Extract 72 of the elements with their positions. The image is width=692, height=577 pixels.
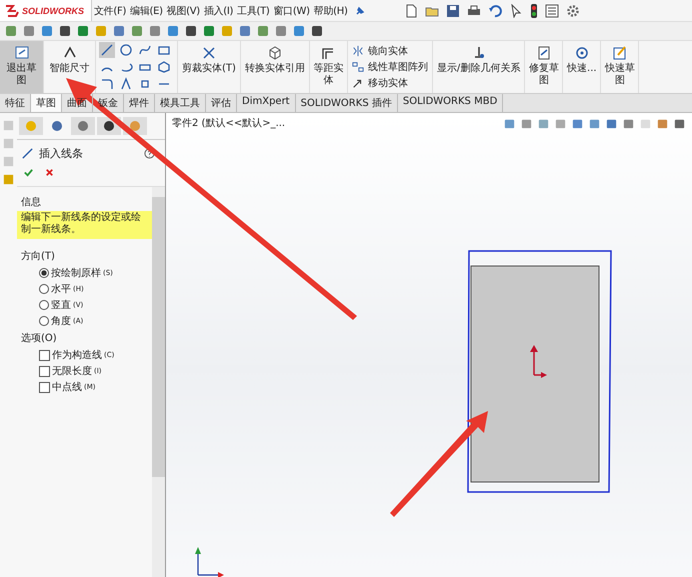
line-icon bbox=[21, 147, 34, 160]
menu-item[interactable]: 视图(V) bbox=[164, 4, 202, 18]
logo-text: SOLIDWORKS bbox=[22, 6, 84, 16]
exit-sketch-icon bbox=[14, 45, 30, 61]
pencil-sketch-icon bbox=[612, 45, 628, 61]
exit-sketch-button[interactable]: 退出草图 bbox=[0, 41, 44, 93]
mirror-entities-button[interactable]: 镜向实体 bbox=[352, 43, 428, 59]
menu-item[interactable]: 帮助(H) bbox=[312, 4, 350, 18]
ribbon-tab[interactable]: 焊件 bbox=[124, 94, 155, 112]
scrollbar[interactable] bbox=[152, 187, 165, 577]
ok-check-icon[interactable] bbox=[23, 167, 34, 178]
toolbar-tool-icon[interactable] bbox=[310, 24, 324, 38]
traffic-light-icon[interactable] bbox=[530, 4, 538, 18]
section-heading: 方向(T) bbox=[20, 250, 56, 264]
target-icon bbox=[574, 45, 590, 61]
linear-pattern-button[interactable]: 线性草图阵列 bbox=[352, 59, 428, 75]
move-icon bbox=[352, 77, 364, 89]
radio-button[interactable] bbox=[39, 284, 49, 294]
sketch-tool-icon[interactable] bbox=[156, 59, 172, 75]
menu-item[interactable]: 工具(T) bbox=[235, 4, 272, 18]
ribbon-tab[interactable]: 评估 bbox=[206, 94, 237, 112]
quick-snaps-button[interactable]: 快速... bbox=[563, 41, 602, 93]
pin-icon[interactable] bbox=[354, 4, 366, 16]
save-icon[interactable] bbox=[446, 4, 460, 18]
radio-button[interactable] bbox=[39, 300, 49, 310]
checkbox[interactable] bbox=[39, 366, 50, 376]
sketch-tool-icon[interactable] bbox=[118, 42, 134, 58]
toolbar-tool-icon[interactable] bbox=[184, 24, 198, 38]
checkbox[interactable] bbox=[39, 382, 50, 392]
cube-icon bbox=[266, 45, 283, 61]
toolbar-tool-icon[interactable] bbox=[202, 24, 216, 38]
logo-icon bbox=[4, 4, 20, 18]
cancel-icon[interactable] bbox=[44, 167, 55, 178]
toolbar-tool-icon[interactable] bbox=[58, 24, 72, 38]
menu-item[interactable]: 文件(F) bbox=[92, 4, 128, 18]
ribbon-tab[interactable]: 模具工具 bbox=[155, 94, 206, 112]
cursor-icon[interactable] bbox=[509, 4, 523, 18]
panel-title: 插入线条 bbox=[39, 146, 83, 161]
repair-sketch-button[interactable]: 修复草图 bbox=[525, 41, 564, 93]
section-heading: 选项(O) bbox=[20, 332, 58, 346]
menu-item[interactable]: 编辑(E) bbox=[128, 4, 165, 18]
section-heading: 信息 bbox=[20, 196, 42, 210]
radio-button[interactable] bbox=[39, 268, 49, 278]
feature-tree-item[interactable]: 零件2 (默认<<默认>_... bbox=[172, 116, 286, 130]
menu-item[interactable]: 窗口(W) bbox=[272, 4, 312, 18]
checkbox[interactable] bbox=[39, 350, 50, 360]
settings-icon[interactable] bbox=[566, 4, 580, 18]
new-document-icon[interactable] bbox=[404, 4, 418, 18]
axis-triad-icon bbox=[195, 547, 224, 577]
ribbon-tab[interactable]: 草图 bbox=[31, 94, 62, 112]
options-list-icon[interactable] bbox=[545, 4, 559, 18]
repair-icon bbox=[536, 45, 552, 61]
rapid-sketch-button[interactable]: 快速草图 bbox=[601, 41, 640, 93]
ribbon-tab[interactable]: SOLIDWORKS MBD bbox=[398, 94, 504, 112]
convert-entities-button[interactable]: 转换实体引用 bbox=[240, 41, 310, 93]
sketch-tool-icon[interactable] bbox=[99, 42, 115, 58]
print-icon[interactable] bbox=[467, 4, 481, 18]
menu-item[interactable]: 插入(I) bbox=[202, 4, 236, 18]
ribbon-tab[interactable]: SOLIDWORKS 插件 bbox=[296, 94, 398, 112]
ribbon-tab[interactable]: DimXpert bbox=[237, 94, 296, 112]
origin-icon bbox=[530, 345, 547, 378]
move-entities-button[interactable]: 移动实体 bbox=[352, 75, 428, 91]
info-message: 编辑下一新线条的设定或绘制一新线条。 bbox=[17, 211, 152, 239]
pattern-icon bbox=[352, 61, 364, 73]
offset-entities-button[interactable]: 等距实体 bbox=[310, 41, 348, 93]
trim-icon bbox=[200, 45, 217, 61]
display-relations-button[interactable]: 显示/删除几何关系 bbox=[432, 41, 526, 93]
mirror-icon bbox=[352, 45, 364, 57]
radio-button[interactable] bbox=[39, 316, 49, 326]
toolbar-tool-icon[interactable] bbox=[76, 24, 90, 38]
trim-entities-button[interactable]: 剪裁实体(T) bbox=[178, 41, 241, 93]
undo-icon[interactable] bbox=[488, 4, 502, 18]
